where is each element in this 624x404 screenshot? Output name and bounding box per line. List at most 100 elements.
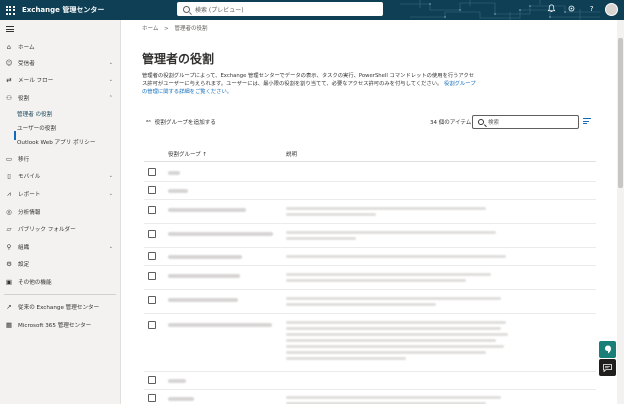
mail-flow-icon: ⇄ (6, 75, 12, 84)
sidebar-item-label: レポート (18, 191, 41, 198)
nav-divider (4, 294, 116, 295)
svg-text:?: ? (589, 4, 593, 13)
sidebar-item-migration[interactable]: ▭ 移行 (0, 152, 121, 165)
avatar[interactable] (605, 3, 618, 16)
sidebar-item-recipients[interactable]: ☺ 受信者 ⌄ (0, 56, 121, 69)
help-assistant-button[interactable] (599, 341, 616, 358)
chevron-down-icon: ⌄ (108, 243, 113, 250)
settings-gear-icon[interactable] (565, 4, 577, 16)
sidebar-item-settings[interactable]: ⚙ 設定 (0, 257, 121, 270)
blurred-role-name (168, 274, 240, 278)
blurred-role-description (286, 357, 406, 360)
column-header-description[interactable]: 説明 (286, 150, 297, 158)
table-search-input[interactable]: 検索 (472, 115, 579, 129)
sidebar-item-mobile[interactable]: ▯ モバイル ⌄ (0, 169, 121, 182)
row-checkbox[interactable] (148, 230, 156, 238)
table-row[interactable] (144, 200, 596, 224)
search-icon (478, 119, 484, 125)
feedback-button[interactable] (599, 359, 616, 376)
page-description: 管理者の役割グループによって、Exchange 管理センターでデータの表示、タス… (142, 72, 478, 97)
sidebar-item-label: パブリック フォルダー (18, 226, 76, 233)
global-search-input[interactable]: 検索 (プレビュー) (177, 2, 383, 16)
table-row[interactable] (144, 372, 596, 390)
breadcrumb-home[interactable]: ホーム (142, 26, 158, 32)
row-checkbox[interactable] (148, 394, 156, 402)
vertical-scrollbar[interactable] (617, 20, 624, 404)
sidebar-item-roles[interactable]: ⚇ 役割 ⌃ (0, 91, 121, 104)
sidebar-item-label: Microsoft 365 管理センター (18, 322, 92, 329)
blurred-role-description (286, 237, 356, 240)
sidebar-item-label: 役割 (18, 95, 30, 102)
blurred-role-name (168, 255, 242, 259)
collapse-nav-icon[interactable] (6, 26, 14, 32)
sidebar-item-label: 設定 (18, 261, 30, 268)
add-role-group-button[interactable]: ᵃᵃ 役割グループを追加する (146, 118, 216, 127)
row-checkbox[interactable] (148, 186, 156, 194)
blurred-role-name (168, 323, 272, 327)
blurred-role-description (286, 213, 376, 216)
row-checkbox[interactable] (148, 206, 156, 214)
row-checkbox[interactable] (148, 252, 156, 260)
blurred-role-name (168, 232, 273, 236)
mobile-icon: ▯ (7, 171, 11, 180)
table-row[interactable] (144, 182, 596, 200)
sidebar-subitem-user-roles[interactable]: ユーザーの役割 (17, 124, 56, 134)
blurred-role-name (168, 298, 238, 302)
sidebar-subitem-owa-policies[interactable]: Outlook Web アプリ ポリシー (17, 138, 95, 148)
other-features-icon: ▣ (5, 277, 13, 286)
row-checkbox[interactable] (148, 272, 156, 280)
recipients-icon: ☺ (5, 58, 13, 67)
table-row[interactable] (144, 224, 596, 248)
item-count: 34 個のアイテム (430, 120, 472, 126)
sidebar-subitem-admin-roles[interactable]: 管理者 の役割 (17, 110, 52, 120)
column-header-role-group[interactable]: 役割グループ ↑ (168, 150, 207, 158)
row-checkbox[interactable] (148, 296, 156, 304)
filter-icon[interactable] (583, 118, 591, 124)
sidebar-item-reports[interactable]: ⩘ レポート ⌄ (0, 187, 121, 200)
scrollbar-thumb[interactable] (618, 38, 623, 188)
sidebar-item-mail-flow[interactable]: ⇄ メール フロー ⌄ (0, 73, 121, 86)
main-content: ホーム > 管理者の役割 管理者の役割 管理者の役割グループによって、Excha… (122, 20, 616, 404)
chevron-down-icon: ⌄ (108, 172, 113, 179)
blurred-role-description (286, 207, 486, 210)
app-title: Exchange 管理センター (22, 6, 105, 14)
blurred-role-description (286, 297, 501, 300)
sidebar-item-label: その他の機能 (18, 279, 52, 286)
sidebar-item-label: 移行 (18, 156, 30, 163)
table-row[interactable] (144, 290, 596, 314)
table-row[interactable] (144, 164, 596, 182)
search-icon (183, 5, 190, 13)
table-header: 役割グループ ↑ 説明 (144, 148, 596, 162)
blurred-role-description (286, 279, 466, 282)
table-row[interactable] (144, 266, 596, 290)
blurred-role-name (168, 379, 186, 383)
table-row[interactable] (144, 314, 596, 372)
breadcrumb: ホーム > 管理者の役割 (142, 24, 207, 32)
row-checkbox[interactable] (148, 376, 156, 384)
sidebar-item-classic-eac[interactable]: ↗ 従来の Exchange 管理センター (0, 300, 121, 313)
table-row[interactable] (144, 248, 596, 266)
sidebar-item-label: メール フロー (18, 77, 54, 84)
row-checkbox[interactable] (148, 168, 156, 176)
add-group-icon: ᵃᵃ (146, 118, 151, 126)
page-title: 管理者の役割 (142, 52, 215, 66)
blurred-role-description (286, 273, 491, 276)
settings-icon: ⚙ (6, 259, 12, 268)
sidebar-item-home[interactable]: ⌂ ホーム (0, 40, 121, 53)
notifications-icon[interactable] (545, 4, 557, 16)
breadcrumb-current: 管理者の役割 (174, 26, 208, 32)
chevron-down-icon: ⌄ (108, 190, 113, 197)
sidebar-item-public-folders[interactable]: ▱ パブリック フォルダー (0, 222, 121, 235)
sidebar-item-m365-admin[interactable]: ▦ Microsoft 365 管理センター (0, 318, 121, 331)
sidebar-item-other-features[interactable]: ▣ その他の機能 (0, 275, 121, 288)
row-checkbox[interactable] (148, 321, 156, 329)
help-icon[interactable]: ? (585, 4, 597, 16)
app-launcher-icon[interactable] (3, 3, 17, 17)
insights-icon: ◎ (6, 207, 12, 216)
sidebar-item-organization[interactable]: ⚲ 組織 ⌄ (0, 240, 121, 253)
sidebar-item-insights[interactable]: ◎ 分析情報 (0, 205, 121, 218)
sidebar-item-label: 従来の Exchange 管理センター (18, 304, 100, 311)
table-row[interactable] (144, 390, 596, 404)
blurred-role-description (286, 396, 501, 399)
m365-admin-icon: ▦ (5, 320, 13, 329)
